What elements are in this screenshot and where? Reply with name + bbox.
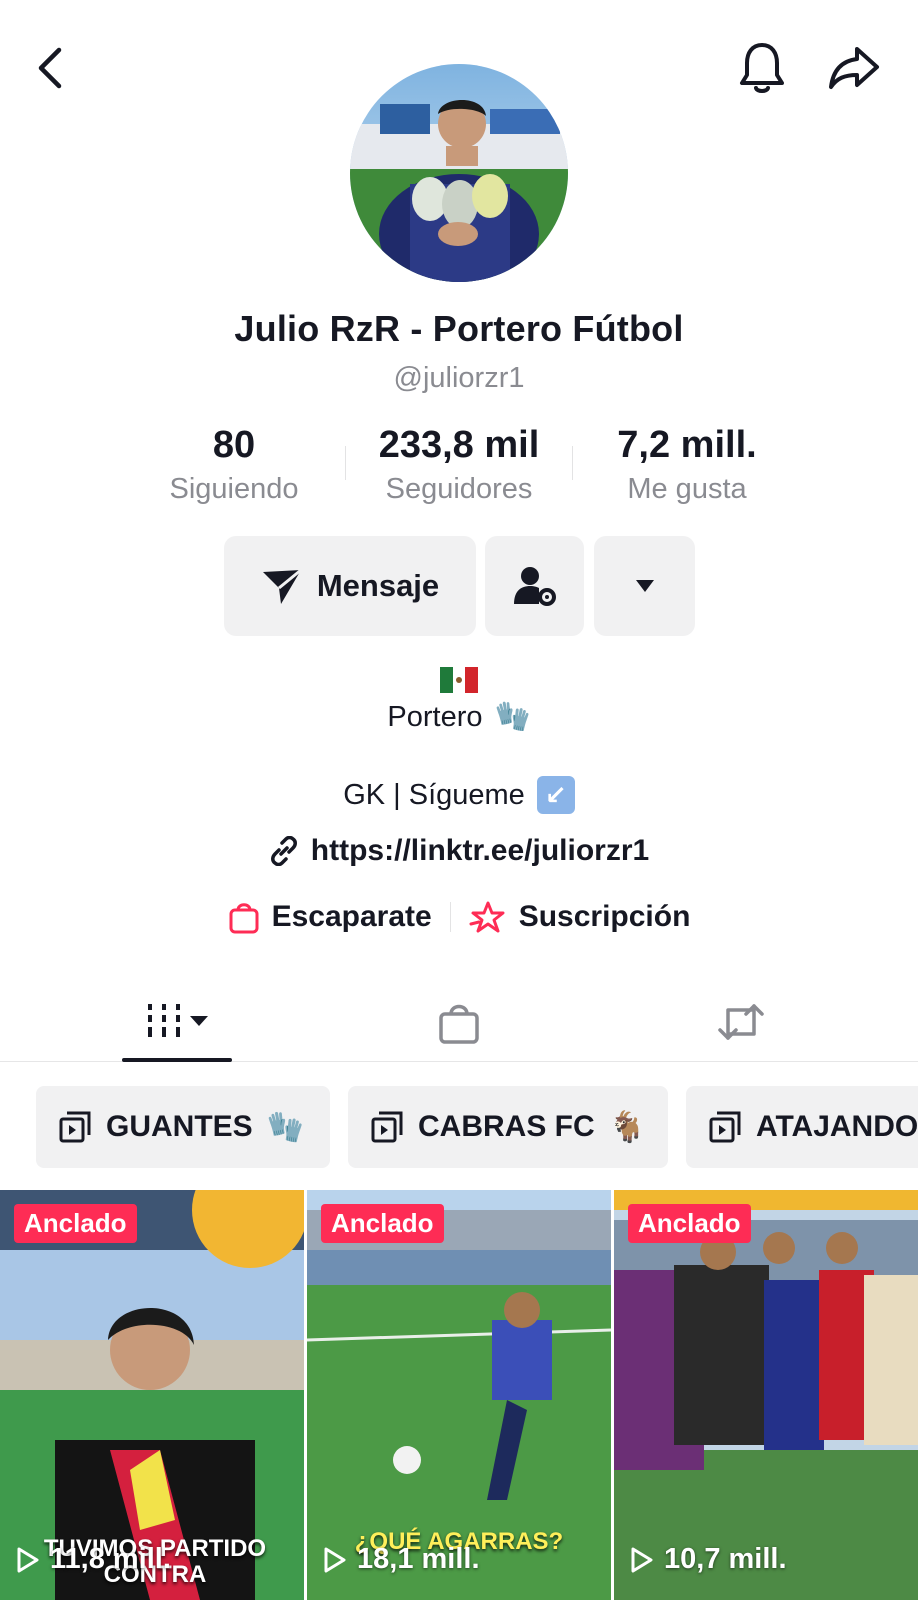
message-button[interactable]: Mensaje — [224, 536, 476, 636]
shopping-bag-icon — [229, 903, 259, 934]
stat-label: Me gusta — [627, 473, 747, 505]
play-icon — [324, 1547, 346, 1572]
bio-text: Portero — [387, 700, 483, 733]
playlist-icon — [709, 1111, 741, 1143]
repost-icon — [718, 1004, 764, 1040]
playlist-chip[interactable]: CABRAS FC 🐐 — [348, 1086, 668, 1168]
grid-dropdown-icon — [148, 1004, 208, 1037]
active-tab-indicator — [122, 1058, 232, 1062]
playlist-chip[interactable]: ATAJANDO — [686, 1086, 918, 1168]
star-badge-icon — [469, 901, 505, 933]
bell-icon — [740, 43, 784, 93]
send-icon — [262, 568, 302, 604]
bio-line-2: GK | Sígueme ↙ — [0, 776, 918, 814]
caret-down-icon — [635, 580, 654, 592]
subscription-label: Suscripción — [518, 900, 691, 933]
link-icon — [270, 836, 297, 866]
view-count: 11,8 mill. — [16, 1543, 171, 1576]
display-name: Julio RzR - Portero Fútbol — [234, 308, 684, 349]
view-count-text: 10,7 mill. — [664, 1543, 787, 1575]
glove-emoji-icon: 🧤 — [494, 701, 531, 733]
profile-avatar[interactable] — [350, 64, 568, 282]
stat-label: Seguidores — [385, 473, 533, 505]
share-button[interactable] — [822, 36, 886, 100]
arrow-down-left-icon: ↙ — [536, 776, 575, 814]
video-thumbnail[interactable]: Anclado TUVIMOS PARTIDO CONTRA 11,8 mill… — [0, 1190, 304, 1600]
back-button[interactable] — [18, 36, 82, 100]
stat-following[interactable]: 80 Siguiendo — [124, 424, 344, 506]
stat-followers[interactable]: 233,8 mil Seguidores — [349, 424, 569, 506]
video-grid: Anclado TUVIMOS PARTIDO CONTRA 11,8 mill… — [0, 1190, 918, 1600]
goat-emoji-icon: 🐐 — [608, 1110, 647, 1144]
tab-videos[interactable] — [122, 982, 232, 1062]
tab-shop[interactable] — [418, 982, 500, 1062]
bio-line-1: Portero 🧤 — [0, 700, 918, 734]
storefront-button[interactable]: Escaparate — [228, 900, 432, 934]
stat-value: 80 — [212, 424, 256, 466]
view-count: 18,1 mill. — [323, 1543, 480, 1576]
subscription-button[interactable]: Suscripción — [469, 900, 691, 934]
bio-text: GK | Sígueme — [343, 778, 525, 811]
playlist-icon — [371, 1111, 403, 1143]
user-gear-icon — [513, 567, 556, 606]
shopping-bag-icon — [439, 1004, 479, 1044]
stat-divider — [572, 446, 573, 480]
playlist-row: GUANTES 🧤 CABRAS FC 🐐 ATAJANDO — [0, 1086, 918, 1170]
storefront-label: Escaparate — [271, 900, 432, 933]
stat-value: 7,2 mill. — [617, 424, 757, 466]
glove-emoji-icon: 🧤 — [266, 1110, 305, 1144]
profile-tabs — [0, 982, 918, 1062]
tab-reposts[interactable] — [700, 982, 782, 1062]
playlist-label: CABRAS FC — [418, 1110, 595, 1143]
message-label: Mensaje — [316, 568, 440, 603]
more-options-button[interactable] — [594, 536, 695, 636]
stat-value: 233,8 mil — [378, 424, 540, 466]
play-icon — [17, 1547, 39, 1572]
video-thumbnail[interactable]: Anclado 10,7 mill. — [614, 1190, 918, 1600]
shop-row: Escaparate Suscripción — [0, 900, 918, 934]
username: @juliorzr1 — [393, 362, 525, 394]
view-count-text: 11,8 mill. — [50, 1543, 171, 1575]
chevron-left-icon — [38, 47, 62, 89]
playlist-label: ATAJANDO — [756, 1110, 918, 1143]
pinned-badge: Anclado — [628, 1204, 751, 1243]
link-text: https://linktr.ee/juliorzr1 — [310, 834, 650, 867]
shop-divider — [449, 902, 451, 932]
friend-settings-button[interactable] — [485, 536, 584, 636]
pinned-badge: Anclado — [321, 1204, 444, 1243]
play-icon — [631, 1547, 653, 1572]
playlist-label: GUANTES — [106, 1110, 253, 1143]
bio-link[interactable]: https://linktr.ee/juliorzr1 — [0, 834, 918, 868]
share-arrow-icon — [829, 47, 879, 89]
mexico-flag-icon — [440, 667, 479, 693]
stat-label: Siguiendo — [169, 473, 299, 505]
playlist-chip[interactable]: GUANTES 🧤 — [36, 1086, 330, 1168]
playlist-icon — [59, 1111, 91, 1143]
stat-likes[interactable]: 7,2 mill. Me gusta — [577, 424, 797, 506]
pinned-badge: Anclado — [14, 1204, 137, 1243]
view-count: 10,7 mill. — [630, 1543, 787, 1576]
thumbnail-image — [614, 1190, 918, 1600]
stat-divider — [345, 446, 346, 480]
video-thumbnail[interactable]: Anclado ¿QUÉ AGARRAS? 18,1 mill. — [307, 1190, 611, 1600]
view-count-text: 18,1 mill. — [357, 1543, 480, 1575]
notification-bell-button[interactable] — [730, 36, 794, 100]
